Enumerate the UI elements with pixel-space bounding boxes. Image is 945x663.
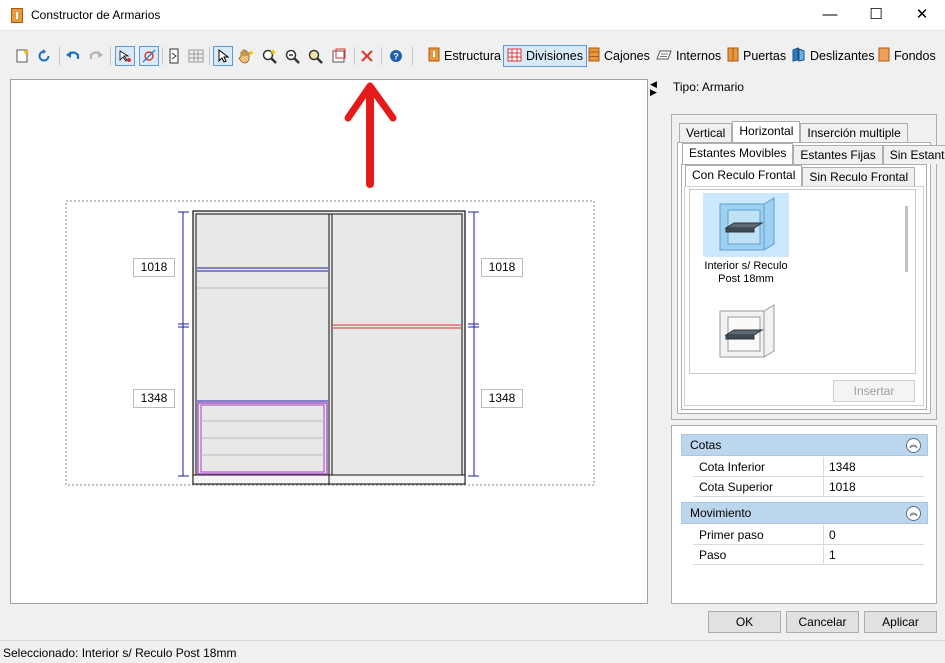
dim-label-right-top[interactable]: 1018	[481, 258, 523, 277]
tabs-level3: Con Reculo Frontal Sin Reculo Frontal	[685, 165, 916, 186]
drawing-canvas[interactable]: 1018 1348 1018 1348	[10, 79, 648, 604]
division-options-group: Vertical Horizontal Inserción multiple E…	[671, 114, 945, 420]
shelf-thumbnail-icon	[703, 193, 789, 257]
prop-row-cota-superior[interactable]: Cota Superior 1018	[693, 477, 924, 497]
tabs-level2: Estantes Movibles Estantes Fijas Sin Est…	[682, 143, 945, 164]
dim-label-left-top[interactable]: 1018	[133, 258, 175, 277]
grid-icon[interactable]	[186, 46, 206, 66]
shelf-gallery: Interior s/ Reculo Post 18mm	[689, 189, 916, 374]
internos-icon	[656, 49, 672, 64]
tab-insercion-multiple[interactable]: Inserción multiple	[800, 123, 908, 142]
title-bar: Constructor de Armarios — ☐ ✕	[0, 0, 945, 31]
snap-icon[interactable]	[139, 46, 159, 66]
status-text: Seleccionado: Interior s/ Reculo Post 18…	[3, 646, 237, 660]
new-icon[interactable]	[12, 46, 32, 66]
tab-sin-estante[interactable]: Sin Estante	[882, 145, 945, 164]
mode-divisiones-button[interactable]: Divisiones	[503, 45, 587, 67]
wardrobe-structure	[192, 210, 466, 485]
panel-toggle-arrows[interactable]: ◀ ▶	[650, 80, 660, 97]
mode-puertas-button[interactable]: Puertas	[724, 45, 789, 67]
status-bar: Seleccionado: Interior s/ Reculo Post 18…	[0, 640, 945, 663]
app-icon	[11, 8, 23, 23]
cajones-icon	[588, 47, 600, 65]
redo-icon[interactable]	[86, 46, 106, 66]
pointer-icon[interactable]	[213, 46, 233, 66]
zoom-out-icon[interactable]	[282, 46, 302, 66]
gallery-scrollbar[interactable]	[905, 206, 908, 272]
zoom-in-icon[interactable]	[259, 46, 279, 66]
zoom-fit-icon[interactable]	[305, 46, 325, 66]
tab-sin-reculo-frontal[interactable]: Sin Reculo Frontal	[802, 167, 916, 186]
svg-text:?: ?	[393, 52, 399, 62]
refresh-icon[interactable]	[34, 46, 54, 66]
section-cotas-header[interactable]: Cotas ︽	[681, 434, 928, 456]
close-window-button[interactable]: ✕	[899, 0, 945, 30]
collapse-cotas-icon[interactable]: ︽	[906, 438, 921, 453]
toolbar: ? Estructura Divisiones Cajones Internos…	[0, 42, 945, 72]
prop-row-cota-inferior[interactable]: Cota Inferior 1348	[693, 457, 924, 477]
tab-horizontal[interactable]: Horizontal	[732, 121, 801, 142]
cancel-button[interactable]: Cancelar	[786, 611, 859, 633]
insertar-button[interactable]: Insertar	[833, 380, 915, 402]
apply-button[interactable]: Aplicar	[864, 611, 937, 633]
dim-label-left-bottom[interactable]: 1348	[133, 389, 175, 408]
prop-row-primer-paso[interactable]: Primer paso 0	[693, 525, 924, 545]
frame-icon[interactable]	[164, 46, 184, 66]
properties-panel: Cotas ︽ Cota Inferior 1348 Cota Superior…	[671, 425, 937, 604]
select-draw-icon[interactable]	[115, 46, 135, 66]
red-annotation-arrow	[344, 82, 397, 188]
mode-estructura-button[interactable]: Estructura	[425, 45, 504, 67]
delete-icon[interactable]	[357, 46, 377, 66]
puertas-icon	[727, 47, 739, 65]
tab-estantes-fijas[interactable]: Estantes Fijas	[793, 145, 883, 164]
mode-cajones-button[interactable]: Cajones	[585, 45, 653, 67]
dim-label-right-bottom[interactable]: 1348	[481, 389, 523, 408]
divisiones-icon	[507, 48, 522, 65]
prop-row-paso[interactable]: Paso 1	[693, 545, 924, 565]
undo-icon[interactable]	[63, 46, 83, 66]
collapse-movimiento-icon[interactable]: ︽	[906, 506, 921, 521]
tabs-level1: Vertical Horizontal Inserción multiple	[679, 121, 908, 142]
estructura-icon	[428, 47, 440, 65]
left-dimension-line	[178, 211, 189, 477]
deslizantes-icon	[791, 47, 806, 65]
help-icon[interactable]: ?	[386, 46, 406, 66]
window-title: Constructor de Armarios	[31, 8, 161, 22]
mode-internos-button[interactable]: Internos	[653, 45, 724, 67]
mode-deslizantes-button[interactable]: Deslizantes	[788, 45, 878, 67]
pan-hand-icon[interactable]	[236, 46, 256, 66]
minimize-button[interactable]: —	[807, 0, 853, 30]
fondos-icon	[878, 47, 890, 65]
tab-con-reculo-frontal[interactable]: Con Reculo Frontal	[685, 165, 803, 186]
maximize-button[interactable]: ☐	[853, 0, 899, 30]
mode-fondos-button[interactable]: Fondos	[875, 45, 939, 67]
right-dimension-line	[468, 211, 479, 477]
gallery-item-second[interactable]	[703, 300, 789, 364]
window-zoom-icon[interactable]	[329, 46, 349, 66]
section-movimiento-header[interactable]: Movimiento ︽	[681, 502, 928, 524]
tab-vertical[interactable]: Vertical	[679, 123, 733, 142]
gallery-item-label: Interior s/ Reculo Post 18mm	[704, 260, 788, 285]
tab-estantes-movibles[interactable]: Estantes Movibles	[682, 143, 794, 164]
shelf-thumbnail-2-icon	[703, 300, 789, 364]
ok-button[interactable]: OK	[708, 611, 781, 633]
tipo-label: Tipo: Armario	[673, 80, 744, 94]
gallery-item-selected[interactable]: Interior s/ Reculo Post 18mm	[703, 193, 789, 286]
